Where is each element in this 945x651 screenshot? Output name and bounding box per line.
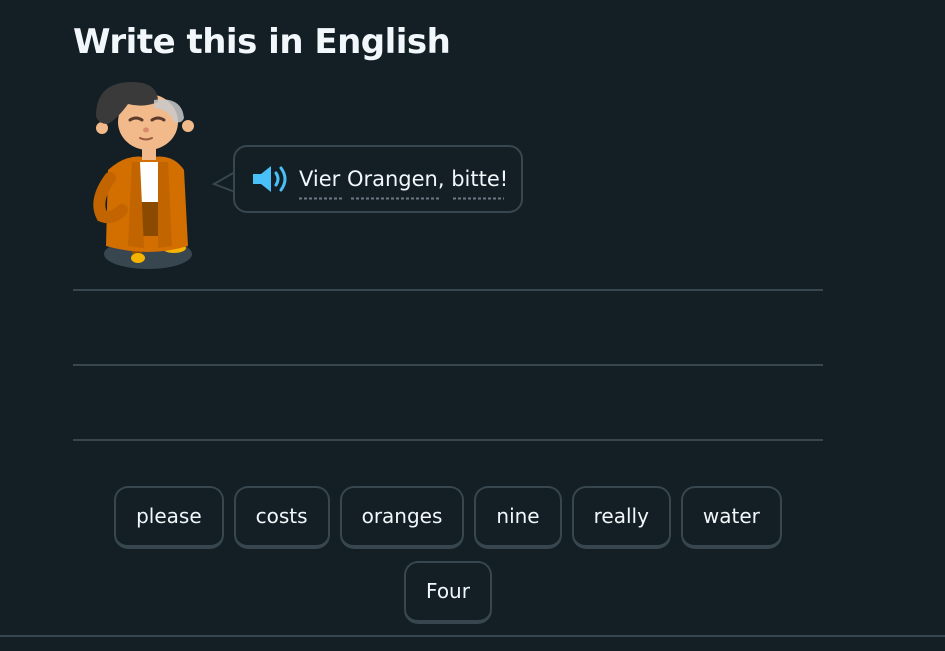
word-chip-oranges[interactable]: oranges (339, 486, 465, 549)
word-hint-underlines (299, 197, 504, 200)
word-chip-really[interactable]: really (571, 486, 671, 549)
word-chip-please[interactable]: please (114, 486, 224, 549)
page-title: Write this in English (73, 22, 451, 62)
speech-bubble: Vier Orangen, bitte! (233, 145, 523, 213)
word-bank: please costs oranges nine really water F… (73, 486, 823, 624)
word-chip-costs[interactable]: costs (233, 486, 330, 549)
answer-line (73, 439, 823, 441)
footer-divider (0, 635, 945, 637)
word-chip-four[interactable]: Four (404, 561, 492, 624)
answer-line (73, 289, 823, 291)
prompt-phrase[interactable]: Vier Orangen, bitte! (299, 165, 508, 193)
word-chip-water[interactable]: water (680, 486, 782, 549)
character-illustration (93, 82, 194, 269)
exercise-page: Write this in English Vier Orangen, bitt… (0, 0, 945, 651)
answer-line (73, 364, 823, 366)
word-chip-nine[interactable]: nine (474, 486, 562, 549)
speaker-icon[interactable] (251, 164, 289, 194)
